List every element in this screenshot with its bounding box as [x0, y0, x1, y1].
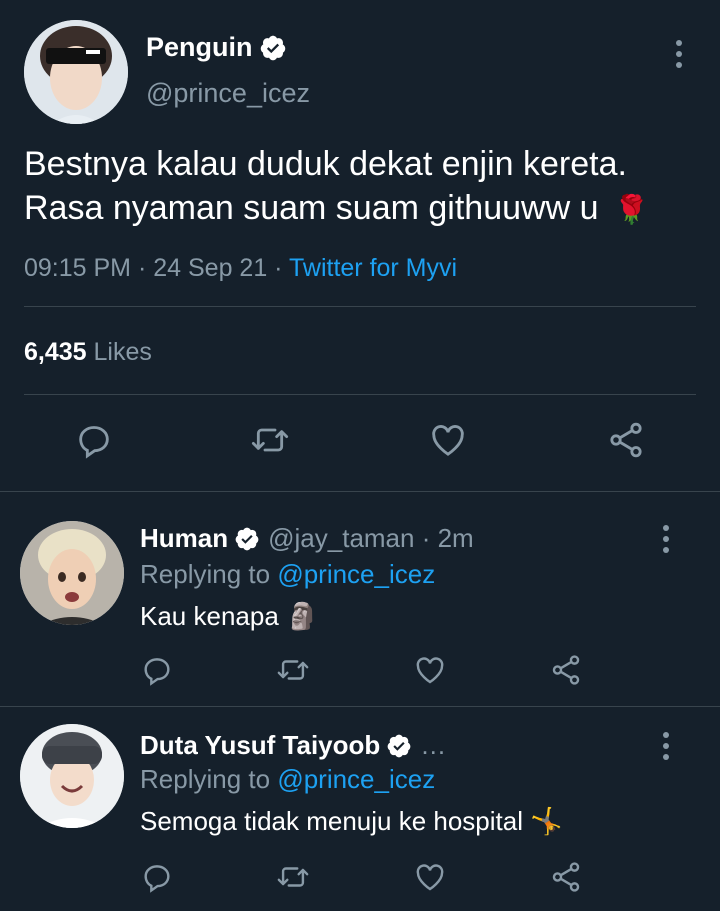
- reply-header: Human @jay_taman · 2m: [140, 523, 474, 554]
- mention-link[interactable]: @prince_icez: [277, 559, 435, 589]
- tweet-meta: 09:15 PM · 24 Sep 21 · Twitter for Myvi: [24, 254, 458, 282]
- mention-link[interactable]: @prince_icez: [277, 764, 435, 794]
- author-avatar[interactable]: [24, 20, 128, 124]
- reply-author-name[interactable]: Duta Yusuf Taiyoob: [140, 730, 380, 761]
- reply-text: Kau kenapa 🗿: [140, 601, 318, 632]
- moai-emoji: 🗿: [286, 601, 319, 631]
- verified-badge-icon: [259, 34, 287, 62]
- reply-author-handle[interactable]: @jay_taman: [268, 523, 414, 554]
- reply-action-bar: [0, 653, 720, 693]
- tweet-text-line-1: Bestnya kalau duduk dekat enjin kereta.: [24, 145, 627, 183]
- reply-tweet[interactable]: Human @jay_taman · 2m Replying to @princ…: [0, 493, 720, 707]
- retweet-icon[interactable]: [276, 860, 310, 894]
- cartwheel-emoji: 🤸: [530, 806, 563, 836]
- divider: [24, 394, 696, 395]
- reply-author-handle-truncated[interactable]: …: [420, 730, 446, 761]
- reply-icon[interactable]: [74, 420, 114, 460]
- retweet-icon[interactable]: [250, 420, 290, 460]
- author-name-row[interactable]: Penguin: [146, 32, 287, 63]
- likes-stat[interactable]: 6,435 Likes: [24, 338, 152, 367]
- reply-text: Semoga tidak menuju ke hospital 🤸: [140, 806, 563, 837]
- reply-time: 2m: [437, 523, 474, 553]
- divider: [24, 306, 696, 307]
- verified-badge-icon: [386, 733, 412, 759]
- like-icon[interactable]: [413, 653, 447, 687]
- tweet-time: 09:15 PM: [24, 254, 132, 282]
- retweet-icon[interactable]: [276, 653, 310, 687]
- tweet-date: 24 Sep 21: [153, 254, 268, 282]
- tweet-text-line-2: Rasa nyaman suam suam githuuww u 🌹: [24, 186, 704, 232]
- more-options-icon[interactable]: [661, 525, 671, 553]
- tweet-text-line-2-words: Rasa nyaman suam suam githuuww u: [24, 189, 599, 227]
- reply-icon[interactable]: [140, 860, 174, 894]
- more-options-icon[interactable]: [674, 40, 684, 68]
- replying-to: Replying to @prince_icez: [140, 559, 435, 590]
- like-icon[interactable]: [428, 420, 468, 460]
- author-handle[interactable]: @prince_icez: [146, 78, 310, 109]
- replying-label: Replying to: [140, 764, 271, 794]
- reply-header: Duta Yusuf Taiyoob …: [140, 730, 446, 761]
- reply-text-words: Semoga tidak menuju ke hospital: [140, 806, 524, 836]
- reply-icon[interactable]: [140, 653, 174, 687]
- tweet-action-bar: [0, 420, 720, 470]
- reply-tweet[interactable]: Duta Yusuf Taiyoob … Replying to @prince…: [0, 708, 720, 911]
- author-name[interactable]: Penguin: [146, 32, 253, 63]
- tweet-text: Bestnya kalau duduk dekat enjin kereta. …: [24, 142, 704, 232]
- likes-count: 6,435: [24, 338, 87, 366]
- reply-author-name[interactable]: Human: [140, 523, 228, 554]
- verified-badge-icon: [234, 526, 260, 552]
- share-icon[interactable]: [606, 420, 646, 460]
- separator: ·: [414, 523, 438, 553]
- main-tweet: Penguin @prince_icez Bestnya kalau duduk…: [0, 0, 720, 492]
- avatar-photo: [20, 521, 124, 625]
- likes-label: Likes: [93, 338, 152, 366]
- replying-label: Replying to: [140, 559, 271, 589]
- reply-author-avatar[interactable]: [20, 521, 124, 625]
- avatar-photo: [24, 20, 128, 124]
- reply-author-avatar[interactable]: [20, 724, 124, 828]
- avatar-photo: [20, 724, 124, 828]
- share-icon[interactable]: [549, 653, 583, 687]
- share-icon[interactable]: [549, 860, 583, 894]
- reply-action-bar: [0, 860, 720, 900]
- like-icon[interactable]: [413, 860, 447, 894]
- more-options-icon[interactable]: [661, 732, 671, 760]
- replying-to: Replying to @prince_icez: [140, 764, 435, 795]
- tweet-source-link[interactable]: Twitter for Myvi: [289, 254, 457, 282]
- rose-emoji: 🌹: [613, 194, 649, 225]
- reply-text-words: Kau kenapa: [140, 601, 279, 631]
